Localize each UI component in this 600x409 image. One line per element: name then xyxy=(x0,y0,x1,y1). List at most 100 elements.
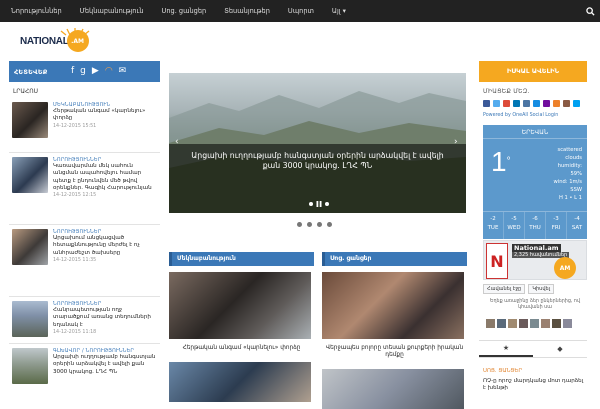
tab-item-headline[interactable]: ՈՉ-ը որոշ մարդկանց մոտ դարձել է խենթի xyxy=(483,378,587,393)
windows-icon[interactable] xyxy=(573,100,580,107)
forecast-day: -4 SAT xyxy=(571,216,583,231)
category-header[interactable]: Սոց. ցանցեր xyxy=(322,252,467,266)
avatar[interactable] xyxy=(563,319,572,328)
news-headline[interactable]: Արցախի ուղղությամբ հանգստյան օրերին արձա… xyxy=(53,354,158,376)
degree-symbol: ° xyxy=(506,156,511,167)
star-icon: ★ xyxy=(502,344,510,352)
pager-dot[interactable] xyxy=(325,202,329,206)
yahoo-icon[interactable] xyxy=(543,100,550,107)
category-image[interactable] xyxy=(322,272,464,339)
nav-item-more[interactable]: Այլ ▾ xyxy=(323,0,355,22)
weather-temperature: 1° xyxy=(491,146,511,177)
category-headline[interactable]: Հերթական անգամ «կարնելու» փորձը xyxy=(169,345,314,352)
news-time: 14-12-2015 15:51 xyxy=(53,123,97,129)
facebook-icon[interactable]: f xyxy=(71,67,74,76)
tag-icon: ◆ xyxy=(557,345,563,353)
youtube-icon[interactable]: ▶ xyxy=(92,67,99,76)
forecast-day: -3 FRI xyxy=(546,212,567,239)
news-thumbnail[interactable] xyxy=(12,229,48,265)
category-box-commentary: Մեկնաբանություն Հերթական անգամ «կարնելու… xyxy=(169,252,314,402)
tab-tags[interactable]: ◆ xyxy=(533,341,587,357)
more-header: ԻՍԿԱԼ ԱՎԵԼԻՆ xyxy=(479,61,587,82)
news-thumbnail[interactable] xyxy=(12,102,48,138)
news-thumbnail[interactable] xyxy=(12,301,48,337)
category-headline[interactable]: Վերջապես բոլորը տեսան քուրքերի իրական դե… xyxy=(322,345,467,359)
slider-pause-control[interactable] xyxy=(309,201,329,207)
avatar[interactable] xyxy=(552,319,561,328)
category-box-social: Սոց. ցանցեր Վերջապես բոլորը տեսան քուրքե… xyxy=(322,252,467,409)
list-item[interactable]: ՆՈՐՈՒԹՅՈՒՆՆԵՐ Հանրապետության ողջ տարածքո… xyxy=(9,297,160,344)
news-headline[interactable]: Հերթական անգամ «կարնելու» փորձը xyxy=(53,108,158,123)
forecast-day: -2 TUE xyxy=(483,212,504,239)
weather-widget: ԵՐԵՎԱՆ 1° scattered clouds humidity: 59%… xyxy=(483,125,587,239)
pause-icon[interactable] xyxy=(316,201,322,207)
vk-icon[interactable] xyxy=(523,100,530,107)
slider-caption[interactable]: Արցախի ուղղությամբ հանգստյան օրերին արձա… xyxy=(169,151,466,171)
nav-item-sport[interactable]: Սպորտ xyxy=(279,0,323,22)
fb-action-buttons: Հավանել էջը Կիսվել xyxy=(483,284,555,294)
news-feed: ՄԵԿՆԱԲԱՆՈՒԹՅՈՒՆ Հերթական անգամ «կարնելու… xyxy=(9,98,160,399)
powered-by-link[interactable]: Powered by OneAll Social Login xyxy=(483,113,558,118)
facebook-page-widget[interactable]: N National.am 2,325 հավանումներ AM xyxy=(483,240,587,280)
fb-page-badge: AM xyxy=(554,257,576,279)
fb-like-button[interactable]: Հավանել էջը xyxy=(483,284,526,294)
instagram-icon[interactable] xyxy=(563,100,570,107)
sidebar-tabs: ★ ◆ xyxy=(479,340,587,358)
tab-popular[interactable]: ★ xyxy=(479,341,533,357)
nav-item-news[interactable]: Նորություններ xyxy=(0,0,71,22)
odnoklassniki-icon[interactable] xyxy=(553,100,560,107)
pager-dot[interactable] xyxy=(309,202,313,206)
news-thumbnail[interactable] xyxy=(12,348,48,384)
social-login-icons xyxy=(483,100,580,107)
fb-share-button[interactable]: Կիսվել xyxy=(528,284,555,294)
slider-dot[interactable] xyxy=(327,222,332,227)
mail-icon[interactable]: ✉ xyxy=(119,67,127,76)
fb-page-title[interactable]: National.am xyxy=(512,244,561,252)
search-icon xyxy=(585,6,595,16)
news-time: 14-12-2015 11:18 xyxy=(53,329,97,335)
live-feed-label: ԼՐԱՀՈՍ xyxy=(13,88,39,95)
tab-item-category[interactable]: ՍՈՑ. ՑԱՆՑԵՐ xyxy=(483,368,522,374)
avatar[interactable] xyxy=(497,319,506,328)
twitter-icon[interactable] xyxy=(493,100,500,107)
list-item[interactable]: ԳԼԽԱՎՈՐ / ՆՈՐՈՒԹՅՈՒՆՆԵՐ Արցախի ուղղությա… xyxy=(9,344,160,399)
avatar[interactable] xyxy=(530,319,539,328)
mail-ru-icon[interactable] xyxy=(533,100,540,107)
logo-rays-icon xyxy=(60,28,90,36)
avatar[interactable] xyxy=(486,319,495,328)
avatar[interactable] xyxy=(541,319,550,328)
list-item[interactable]: ՄԵԿՆԱԲԱՆՈՒԹՅՈՒՆ Հերթական անգամ «կարնելու… xyxy=(9,98,160,153)
list-item[interactable]: ՆՈՐՈՒԹՅՈՒՆՆԵՐ Կառավարման մեկ սահուն անցմ… xyxy=(9,153,160,225)
facebook-icon[interactable] xyxy=(483,100,490,107)
weather-description: scattered clouds humidity: 59% wind: 1m/… xyxy=(553,147,582,201)
slider-dot[interactable] xyxy=(317,222,322,227)
google-plus-icon[interactable]: g xyxy=(80,67,86,76)
news-thumbnail[interactable] xyxy=(12,157,48,193)
avatar[interactable] xyxy=(519,319,528,328)
news-headline[interactable]: Հանրապետության ողջ տարածքում առանց տեղու… xyxy=(53,307,158,329)
google-icon[interactable] xyxy=(503,100,510,107)
avatar[interactable] xyxy=(508,319,517,328)
category-image[interactable] xyxy=(169,272,311,339)
slider-next-icon[interactable]: › xyxy=(454,137,458,147)
slider-dot[interactable] xyxy=(297,222,302,227)
news-time: 14-12-2015 11:35 xyxy=(53,257,97,263)
nav-item-social[interactable]: Սոց. ցանցեր xyxy=(153,0,216,22)
follow-title: ՀԵՏԵՎԵՔ xyxy=(14,67,48,76)
search-button[interactable] xyxy=(580,0,600,22)
nav-item-commentary[interactable]: Մեկնաբանություն xyxy=(71,0,153,22)
category-header[interactable]: Մեկնաբանություն xyxy=(169,252,314,266)
category-image-secondary[interactable] xyxy=(169,362,311,402)
news-headline[interactable]: Արցախում անցկացված հետաքննությունը մերժե… xyxy=(53,235,158,257)
site-logo[interactable]: NATIONAL .AM xyxy=(20,28,90,54)
national-logo-icon: N xyxy=(486,243,508,279)
news-headline[interactable]: Կառավարման մեկ սահուն անցման ապահովելու … xyxy=(53,163,158,192)
category-image-secondary[interactable] xyxy=(322,369,464,409)
rss-icon[interactable]: ◠ xyxy=(105,67,113,76)
slider-prev-icon[interactable]: ‹ xyxy=(175,137,179,147)
nav-item-videos[interactable]: Տեսանյութեր xyxy=(215,0,279,22)
list-item[interactable]: ՆՈՐՈՒԹՅՈՒՆՆԵՐ Արցախում անցկացված հետաքնն… xyxy=(9,225,160,297)
logo-text: NATIONAL xyxy=(20,35,69,47)
linkedin-icon[interactable] xyxy=(513,100,520,107)
slider-dot[interactable] xyxy=(307,222,312,227)
